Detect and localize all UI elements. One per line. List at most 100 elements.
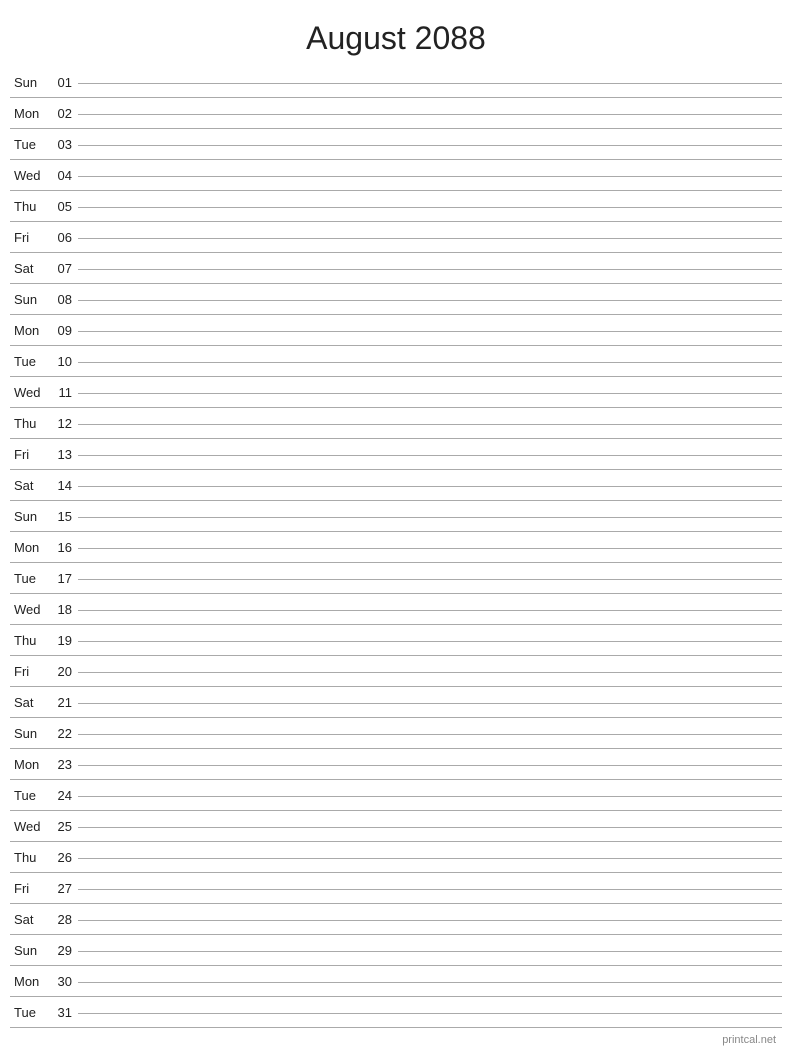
table-row: Wed11 — [10, 377, 782, 408]
day-line — [78, 269, 782, 270]
day-line — [78, 734, 782, 735]
day-name: Mon — [10, 106, 50, 121]
table-row: Fri20 — [10, 656, 782, 687]
day-number: 01 — [50, 75, 78, 90]
table-row: Sun22 — [10, 718, 782, 749]
day-line — [78, 486, 782, 487]
day-line — [78, 982, 782, 983]
day-number: 18 — [50, 602, 78, 617]
day-number: 21 — [50, 695, 78, 710]
day-number: 23 — [50, 757, 78, 772]
day-name: Wed — [10, 385, 50, 400]
day-number: 31 — [50, 1005, 78, 1020]
table-row: Tue03 — [10, 129, 782, 160]
day-name: Wed — [10, 168, 50, 183]
table-row: Sat21 — [10, 687, 782, 718]
day-line — [78, 858, 782, 859]
day-line — [78, 672, 782, 673]
day-line — [78, 238, 782, 239]
day-line — [78, 1013, 782, 1014]
day-line — [78, 176, 782, 177]
day-name: Sun — [10, 509, 50, 524]
day-name: Fri — [10, 230, 50, 245]
table-row: Tue17 — [10, 563, 782, 594]
day-name: Sun — [10, 726, 50, 741]
table-row: Sat14 — [10, 470, 782, 501]
table-row: Thu26 — [10, 842, 782, 873]
table-row: Sun15 — [10, 501, 782, 532]
day-number: 10 — [50, 354, 78, 369]
day-line — [78, 765, 782, 766]
day-name: Sun — [10, 943, 50, 958]
table-row: Mon30 — [10, 966, 782, 997]
day-name: Sun — [10, 292, 50, 307]
table-row: Sun29 — [10, 935, 782, 966]
day-number: 09 — [50, 323, 78, 338]
footer-text: printcal.net — [722, 1034, 776, 1046]
day-line — [78, 207, 782, 208]
table-row: Thu12 — [10, 408, 782, 439]
day-name: Tue — [10, 571, 50, 586]
table-row: Thu05 — [10, 191, 782, 222]
day-name: Wed — [10, 602, 50, 617]
day-line — [78, 579, 782, 580]
table-row: Tue10 — [10, 346, 782, 377]
day-number: 29 — [50, 943, 78, 958]
day-number: 24 — [50, 788, 78, 803]
table-row: Mon16 — [10, 532, 782, 563]
day-line — [78, 610, 782, 611]
day-line — [78, 796, 782, 797]
day-name: Tue — [10, 1005, 50, 1020]
table-row: Mon09 — [10, 315, 782, 346]
day-number: 11 — [50, 385, 78, 400]
table-row: Sat07 — [10, 253, 782, 284]
table-row: Wed04 — [10, 160, 782, 191]
day-number: 08 — [50, 292, 78, 307]
page-title: August 2088 — [0, 0, 792, 67]
day-line — [78, 827, 782, 828]
day-name: Fri — [10, 881, 50, 896]
day-line — [78, 331, 782, 332]
day-number: 28 — [50, 912, 78, 927]
day-number: 30 — [50, 974, 78, 989]
day-number: 06 — [50, 230, 78, 245]
table-row: Sun01 — [10, 67, 782, 98]
day-name: Mon — [10, 540, 50, 555]
table-row: Sun08 — [10, 284, 782, 315]
day-line — [78, 424, 782, 425]
table-row: Mon23 — [10, 749, 782, 780]
day-number: 05 — [50, 199, 78, 214]
calendar-grid: Sun01Mon02Tue03Wed04Thu05Fri06Sat07Sun08… — [0, 67, 792, 1028]
day-number: 13 — [50, 447, 78, 462]
day-number: 03 — [50, 137, 78, 152]
day-line — [78, 455, 782, 456]
table-row: Tue24 — [10, 780, 782, 811]
day-name: Thu — [10, 850, 50, 865]
day-number: 02 — [50, 106, 78, 121]
table-row: Fri06 — [10, 222, 782, 253]
day-name: Sat — [10, 478, 50, 493]
day-number: 14 — [50, 478, 78, 493]
day-line — [78, 300, 782, 301]
day-name: Mon — [10, 974, 50, 989]
day-number: 15 — [50, 509, 78, 524]
day-number: 22 — [50, 726, 78, 741]
day-line — [78, 83, 782, 84]
day-number: 04 — [50, 168, 78, 183]
day-name: Thu — [10, 416, 50, 431]
day-number: 20 — [50, 664, 78, 679]
day-line — [78, 641, 782, 642]
day-number: 27 — [50, 881, 78, 896]
day-line — [78, 548, 782, 549]
day-line — [78, 889, 782, 890]
day-name: Sat — [10, 695, 50, 710]
day-name: Mon — [10, 323, 50, 338]
day-line — [78, 145, 782, 146]
table-row: Fri13 — [10, 439, 782, 470]
day-number: 16 — [50, 540, 78, 555]
day-name: Tue — [10, 354, 50, 369]
day-name: Wed — [10, 819, 50, 834]
day-line — [78, 703, 782, 704]
table-row: Wed18 — [10, 594, 782, 625]
day-number: 17 — [50, 571, 78, 586]
